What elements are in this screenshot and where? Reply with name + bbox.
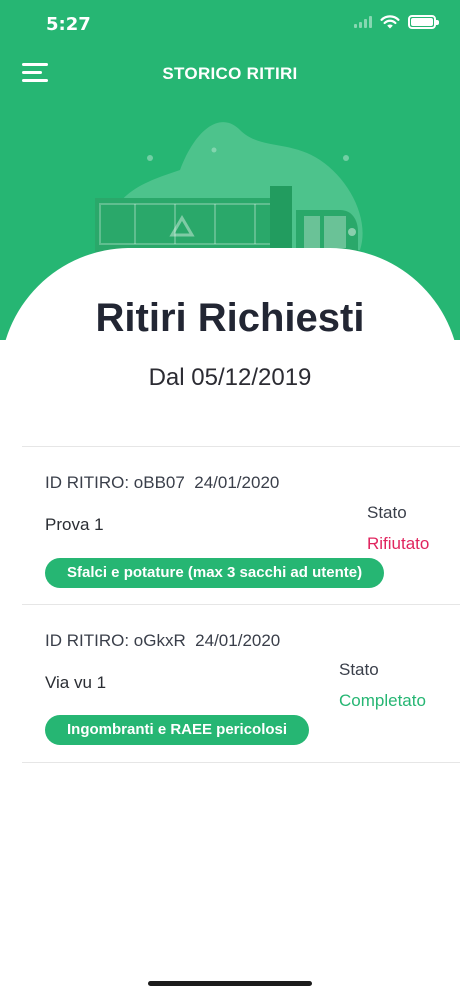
pickup-address: Via vu 1	[45, 673, 107, 692]
pickup-address: Prova 1	[45, 515, 104, 534]
pickup-item[interactable]: ID RITIRO: oBB07 24/01/2020 Prova 1 Stat…	[22, 447, 460, 604]
pickup-id: ID RITIRO: oGkxR 24/01/2020	[45, 631, 281, 650]
status-bar: 5:27	[0, 0, 460, 50]
divider	[22, 762, 460, 763]
state-label: Stato	[367, 503, 407, 522]
state-value: Completato	[339, 691, 426, 710]
signal-icon	[354, 16, 372, 28]
home-indicator	[148, 981, 312, 986]
pickup-list: ID RITIRO: oBB07 24/01/2020 Prova 1 Stat…	[22, 446, 460, 763]
status-icons	[354, 15, 439, 29]
wifi-icon	[380, 15, 400, 29]
category-pill[interactable]: Sfalci e potature (max 3 sacchi ad utent…	[45, 558, 385, 588]
state-value: Rifiutato	[367, 534, 430, 553]
page-subtitle: Dal 05/12/2019	[148, 364, 312, 391]
status-time: 5:27	[46, 14, 91, 35]
state-label: Stato	[339, 660, 379, 679]
nav-title: STORICO RITIRI	[162, 64, 298, 83]
battery-icon	[408, 15, 439, 29]
page-title: Ritiri Richiesti	[95, 296, 365, 340]
pickup-item[interactable]: ID RITIRO: oGkxR 24/01/2020 Via vu 1 Sta…	[22, 605, 460, 762]
pickup-id: ID RITIRO: oBB07 24/01/2020	[45, 473, 280, 492]
category-pill[interactable]: Ingombranti e RAEE pericolosi	[45, 715, 310, 745]
